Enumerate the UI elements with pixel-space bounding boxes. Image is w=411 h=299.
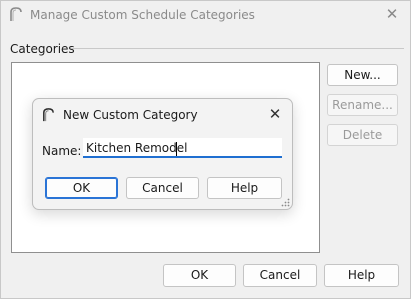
name-input[interactable] — [83, 138, 282, 158]
categories-group-label: Categories — [10, 42, 75, 56]
dialog-ok-button[interactable]: OK — [45, 177, 118, 199]
cancel-button[interactable]: Cancel — [243, 264, 317, 287]
text-caret — [176, 142, 177, 156]
dialog-cancel-button[interactable]: Cancel — [126, 177, 199, 199]
dialog-close-icon[interactable]: ✕ — [266, 105, 284, 123]
new-custom-category-dialog: New Custom Category ✕ Name: OK Cancel He… — [32, 98, 293, 210]
ok-button[interactable]: OK — [163, 264, 236, 287]
resize-grip-icon[interactable] — [281, 198, 290, 207]
group-divider — [71, 48, 404, 49]
help-button[interactable]: Help — [324, 264, 399, 287]
dialog-help-button[interactable]: Help — [207, 177, 282, 199]
dialog-title: New Custom Category — [63, 108, 198, 122]
name-label: Name: — [42, 144, 82, 158]
new-button[interactable]: New... — [327, 64, 398, 86]
dialog-arch-icon — [43, 108, 54, 122]
window-title: Manage Custom Schedule Categories — [30, 8, 255, 22]
delete-button[interactable]: Delete — [327, 124, 398, 146]
rename-button[interactable]: Rename... — [327, 94, 398, 116]
app-arch-icon — [10, 7, 22, 21]
close-icon[interactable]: ✕ — [384, 6, 400, 22]
